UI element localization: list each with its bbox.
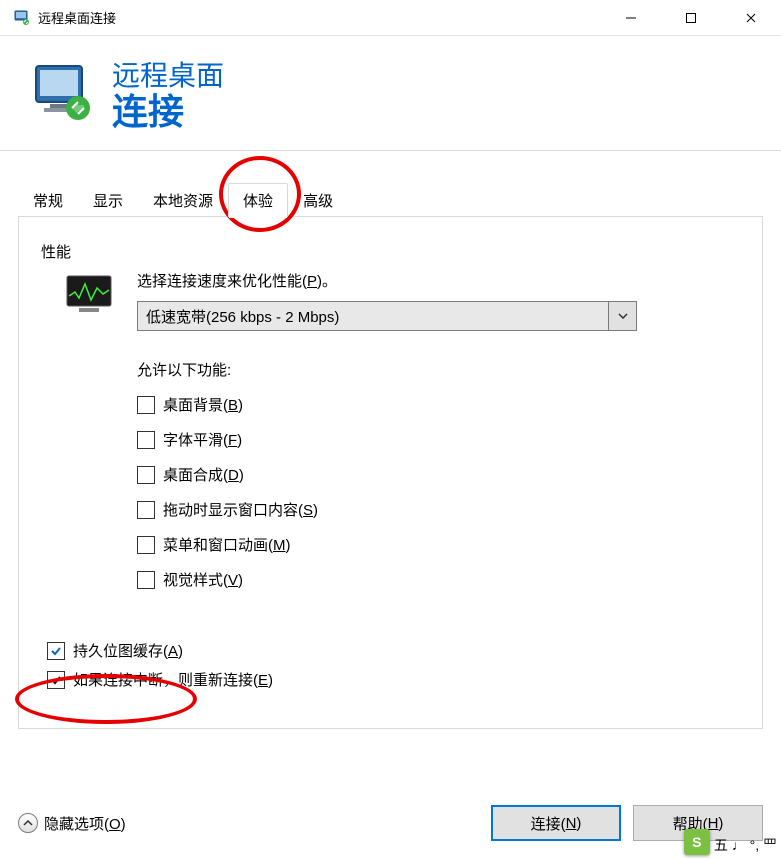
tab-panel-experience: 性能 选择连接速度来优化性能(P)。 低速宽带(256 kbps - 2 Mbp… xyxy=(18,217,763,729)
tab-local-resources[interactable]: 本地资源 xyxy=(138,183,228,217)
ime-badge-icon[interactable]: S xyxy=(684,829,710,855)
close-button[interactable] xyxy=(721,0,781,36)
checkbox-box[interactable] xyxy=(137,466,155,484)
combo-value: 低速宽带(256 kbps - 2 Mbps) xyxy=(138,302,608,330)
checkbox-window-drag-contents[interactable]: 拖动时显示窗口内容(S) xyxy=(137,499,716,520)
app-icon xyxy=(14,10,30,26)
checkbox-box[interactable] xyxy=(47,642,65,660)
checkbox-box[interactable] xyxy=(47,671,65,689)
checkbox-box[interactable] xyxy=(137,431,155,449)
performance-description: 选择连接速度来优化性能(P)。 xyxy=(137,270,716,291)
dialog-header: 远程桌面 连接 xyxy=(0,36,781,151)
header-line2: 连接 xyxy=(112,94,224,130)
checkbox-box[interactable] xyxy=(137,501,155,519)
checkbox-menu-animation[interactable]: 菜单和窗口动画(M) xyxy=(137,534,716,555)
checkbox-visual-styles[interactable]: 视觉样式(V) xyxy=(137,569,716,590)
checkbox-desktop-background[interactable]: 桌面背景(B) xyxy=(137,394,716,415)
hide-options-label: 隐藏选项(O) xyxy=(44,813,126,834)
allow-features-label: 允许以下功能: xyxy=(137,359,716,380)
header-line1: 远程桌面 xyxy=(112,54,224,94)
ime-indicator: S 五 ♩ °, 罒 xyxy=(684,829,777,855)
performance-group: 性能 选择连接速度来优化性能(P)。 低速宽带(256 kbps - 2 Mbp… xyxy=(35,231,746,604)
minimize-button[interactable] xyxy=(601,0,661,36)
checkbox-label: 桌面合成(D) xyxy=(163,464,244,485)
checkbox-reconnect-if-dropped[interactable]: 如果连接中断，则重新连接(E) xyxy=(47,669,746,690)
tab-general[interactable]: 常规 xyxy=(18,183,78,217)
checkbox-persistent-bitmap-caching[interactable]: 持久位图缓存(A) xyxy=(47,640,746,661)
checkbox-box[interactable] xyxy=(137,536,155,554)
checkbox-desktop-composition[interactable]: 桌面合成(D) xyxy=(137,464,716,485)
checkbox-box[interactable] xyxy=(137,396,155,414)
hide-options-button[interactable]: 隐藏选项(O) xyxy=(18,813,126,834)
performance-icon xyxy=(65,274,113,314)
performance-group-label: 性能 xyxy=(41,241,746,262)
tab-display[interactable]: 显示 xyxy=(78,183,138,217)
rdp-icon xyxy=(30,60,94,124)
tab-experience[interactable]: 体验 xyxy=(228,183,288,217)
feature-checkbox-list: 桌面背景(B) 字体平滑(F) 桌面合成(D) 拖动时显示窗口内容(S xyxy=(137,394,716,590)
checkbox-font-smoothing[interactable]: 字体平滑(F) xyxy=(137,429,716,450)
connect-button[interactable]: 连接(N) xyxy=(491,805,621,841)
checkbox-box[interactable] xyxy=(137,571,155,589)
checkbox-label: 持久位图缓存(A) xyxy=(73,640,183,661)
chevron-down-icon[interactable] xyxy=(608,302,636,330)
ime-text: 五 ♩ °, 罒 xyxy=(714,835,777,855)
maximize-button[interactable] xyxy=(661,0,721,36)
checkbox-label: 视觉样式(V) xyxy=(163,569,243,590)
titlebar: 远程桌面连接 xyxy=(0,0,781,36)
tab-strip: 常规 显示 本地资源 体验 高级 xyxy=(18,183,763,217)
checkbox-label: 桌面背景(B) xyxy=(163,394,243,415)
checkbox-label: 如果连接中断，则重新连接(E) xyxy=(73,669,273,690)
checkbox-label: 拖动时显示窗口内容(S) xyxy=(163,499,318,520)
connection-speed-combo[interactable]: 低速宽带(256 kbps - 2 Mbps) xyxy=(137,301,637,331)
chevron-up-icon xyxy=(18,813,38,833)
checkbox-label: 字体平滑(F) xyxy=(163,429,242,450)
dialog-bottom-bar: 隐藏选项(O) 连接(N) 帮助(H) xyxy=(0,795,781,859)
window-controls xyxy=(601,0,781,35)
window-title: 远程桌面连接 xyxy=(38,8,601,27)
header-text: 远程桌面 连接 xyxy=(112,54,224,130)
checkbox-label: 菜单和窗口动画(M) xyxy=(163,534,291,555)
tab-advanced[interactable]: 高级 xyxy=(288,183,348,217)
